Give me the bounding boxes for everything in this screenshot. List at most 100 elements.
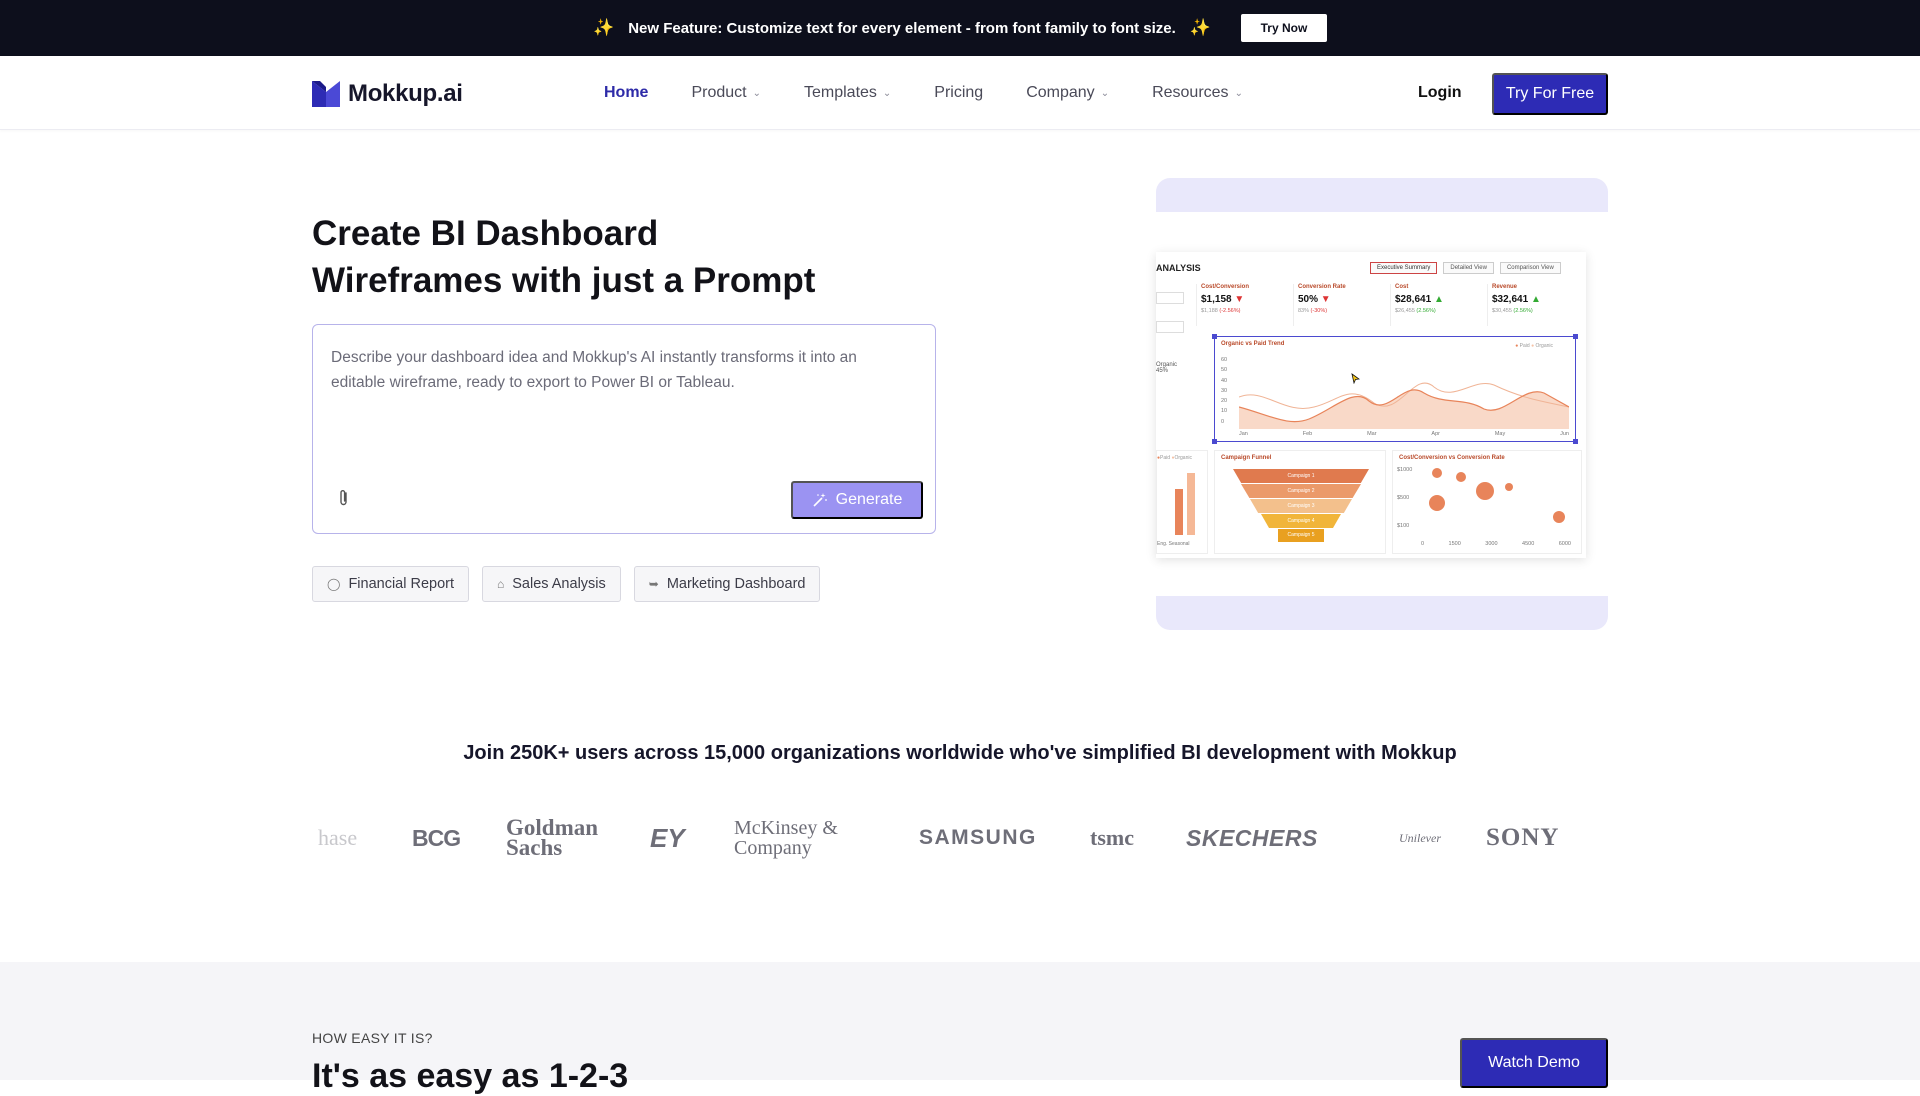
ey-logo: EY xyxy=(650,822,685,853)
up-arrow-icon: ▲ xyxy=(1433,294,1444,305)
kpi-sub: 83% (-30%) xyxy=(1298,308,1328,314)
scatter-y-tick: $500 xyxy=(1397,495,1410,501)
sony-logo: SONY xyxy=(1486,824,1560,851)
chevron-down-icon: ⌄ xyxy=(882,87,892,99)
nav-label: Resources xyxy=(1152,84,1229,101)
kpi-value: $32,641 ▲ xyxy=(1492,294,1541,305)
bcg-logo: BCG xyxy=(412,824,461,851)
prompt-input[interactable]: Describe your dashboard idea and Mokkup'… xyxy=(312,324,936,534)
bars-card: ●Paid ●Organic Eng. Seasonal xyxy=(1156,450,1208,554)
trend-chart-card: Organic vs Paid Trend ● Paid ● Organic 6… xyxy=(1212,334,1578,444)
try-for-free-button[interactable]: Try For Free xyxy=(1492,73,1608,115)
logo-text: Mokkup.ai xyxy=(348,80,463,107)
kpi-label: Revenue xyxy=(1492,284,1518,290)
preview-tabs: Executive Summary Detailed View Comparis… xyxy=(1370,262,1561,274)
hero-title-line2: Wireframes with just a Prompt xyxy=(312,261,816,300)
generate-label: Generate xyxy=(835,491,903,508)
nav-company[interactable]: Company ⌄ xyxy=(1026,84,1109,102)
hero-title-line1: Create BI Dashboard xyxy=(312,214,659,253)
scatter-title: Cost/Conversion vs Conversion Rate xyxy=(1399,455,1505,461)
scatter-plot xyxy=(1429,468,1565,523)
magic-wand-icon xyxy=(813,493,827,507)
scatter-y-tick: $100 xyxy=(1397,523,1410,529)
goldman-sachs-logo: Goldman Sachs xyxy=(506,815,599,860)
sparkle-icon: ✨ xyxy=(1189,18,1211,37)
filter-box xyxy=(1156,292,1184,304)
nav-label: Templates xyxy=(803,84,877,101)
prompt-placeholder: Describe your dashboard idea and Mokkup'… xyxy=(331,349,857,391)
resize-handle xyxy=(1212,439,1217,444)
kpi-sub: $1,188 (-2.56%) xyxy=(1201,308,1241,314)
try-now-button[interactable]: Try Now xyxy=(1240,14,1327,42)
main-nav: Home Product ⌄ Templates ⌄ Pricing Compa… xyxy=(604,84,1286,102)
funnel-step: Campaign 1 xyxy=(1233,469,1369,483)
kpi-label: Cost/Conversion xyxy=(1201,284,1250,290)
watch-demo-button[interactable]: Watch Demo xyxy=(1460,1038,1608,1088)
up-arrow-icon: ▲ xyxy=(1530,294,1541,305)
trend-y-axis: 60 50 40 30 20 10 0 xyxy=(1221,357,1228,425)
chip-marketing-dashboard[interactable]: ➥ Marketing Dashboard xyxy=(633,566,821,602)
how-it-works-section: HOW EASY IT IS? It's as easy as 1-2-3 Wa… xyxy=(0,962,1920,1095)
mckinsey-logo: McKinsey & Company xyxy=(734,817,838,859)
chip-label: Financial Report xyxy=(348,576,455,592)
kpi-card: Cost $28,641 ▲ $26,455 (2.56%) xyxy=(1390,284,1487,326)
preview-title: ANALYSIS xyxy=(1156,263,1201,273)
nav-resources[interactable]: Resources ⌄ xyxy=(1152,84,1243,102)
down-arrow-icon: ▼ xyxy=(1234,294,1245,305)
nav-label: Pricing xyxy=(934,84,984,101)
nav-product[interactable]: Product ⌄ xyxy=(691,84,761,102)
funnel-step: Campaign 2 xyxy=(1241,484,1361,498)
tsmc-logo: tsmc xyxy=(1090,825,1134,850)
cursor-icon xyxy=(1351,373,1360,384)
announcement-text: New Feature: Customize text for every el… xyxy=(628,19,1176,37)
chase-logo: hase xyxy=(318,825,358,850)
funnel-card: Campaign Funnel Campaign 1 Campaign 2 Ca… xyxy=(1214,450,1386,554)
kpi-card: Cost/Conversion $1,158 ▼ $1,188 (-2.56%) xyxy=(1196,284,1293,326)
kpi-value: 50% ▼ xyxy=(1298,294,1331,305)
scatter-x-axis: 0 1500 3000 4500 6000 xyxy=(1421,541,1571,547)
trend-title: Organic vs Paid Trend xyxy=(1221,341,1285,347)
trend-area-chart xyxy=(1239,382,1569,429)
bar xyxy=(1187,473,1195,535)
kpi-label: Conversion Rate xyxy=(1298,284,1346,290)
chip-label: Sales Analysis xyxy=(512,576,606,592)
kpi-value: $1,158 ▼ xyxy=(1201,294,1245,305)
chip-label: Marketing Dashboard xyxy=(666,576,806,592)
resize-handle xyxy=(1573,439,1578,444)
nav-label: Product xyxy=(691,84,747,101)
funnel-step: Campaign 5 xyxy=(1278,529,1324,542)
generate-button[interactable]: Generate xyxy=(791,481,923,519)
funnel-chart: Campaign 1 Campaign 2 Campaign 3 Campaig… xyxy=(1229,469,1373,542)
trend-x-axis: Jan Feb Mar Apr May Jun xyxy=(1239,431,1569,437)
logo[interactable]: Mokkup.ai xyxy=(312,80,463,108)
funnel-title: Campaign Funnel xyxy=(1221,455,1272,461)
preview-frame-top xyxy=(1156,178,1608,212)
prompt-suggestions: ◯ Financial Report ⌂ Sales Analysis ➥ Ma… xyxy=(312,566,821,602)
chevron-down-icon: ⌄ xyxy=(1234,87,1243,99)
nav-pricing[interactable]: Pricing xyxy=(934,84,983,102)
customer-logos: hase BCG Goldman Sachs EY McKinsey & Com… xyxy=(312,812,1608,864)
scatter-card: Cost/Conversion vs Conversion Rate $100 0… xyxy=(1392,450,1582,554)
preview-filters xyxy=(1156,292,1194,350)
nav-home[interactable]: Home xyxy=(604,84,648,102)
chip-financial-report[interactable]: ◯ Financial Report xyxy=(312,566,470,602)
nav-templates[interactable]: Templates ⌄ xyxy=(804,84,891,102)
login-link[interactable]: Login xyxy=(1418,84,1462,102)
bar xyxy=(1175,489,1183,535)
kpi-card: Revenue $32,641 ▲ $30,455 (2.56%) xyxy=(1487,284,1584,326)
preview-tab: Detailed View xyxy=(1443,262,1494,274)
kpi-card: Conversion Rate 50% ▼ 83% (-30%) xyxy=(1293,284,1390,326)
hero-title: Create BI Dashboard Wireframes with just… xyxy=(312,210,932,304)
how-kicker: HOW EASY IT IS? xyxy=(312,1030,433,1046)
chip-sales-analysis[interactable]: ⌂ Sales Analysis xyxy=(482,566,621,602)
announcement-bar: ✨ New Feature: Customize text for every … xyxy=(0,0,1920,56)
organic-value: 45% xyxy=(1156,368,1169,374)
preview-tab: Comparison View xyxy=(1499,262,1561,274)
paperclip-icon[interactable] xyxy=(337,489,351,507)
unilever-logo: Unilever xyxy=(1399,830,1441,845)
skechers-logo: SKECHERS xyxy=(1186,824,1318,851)
dollar-circle-icon: ◯ xyxy=(327,577,341,591)
trend-legend: ● Paid ● Organic xyxy=(1515,343,1553,349)
chevron-down-icon: ⌄ xyxy=(752,87,761,99)
funnel-step: Campaign 3 xyxy=(1250,499,1352,513)
